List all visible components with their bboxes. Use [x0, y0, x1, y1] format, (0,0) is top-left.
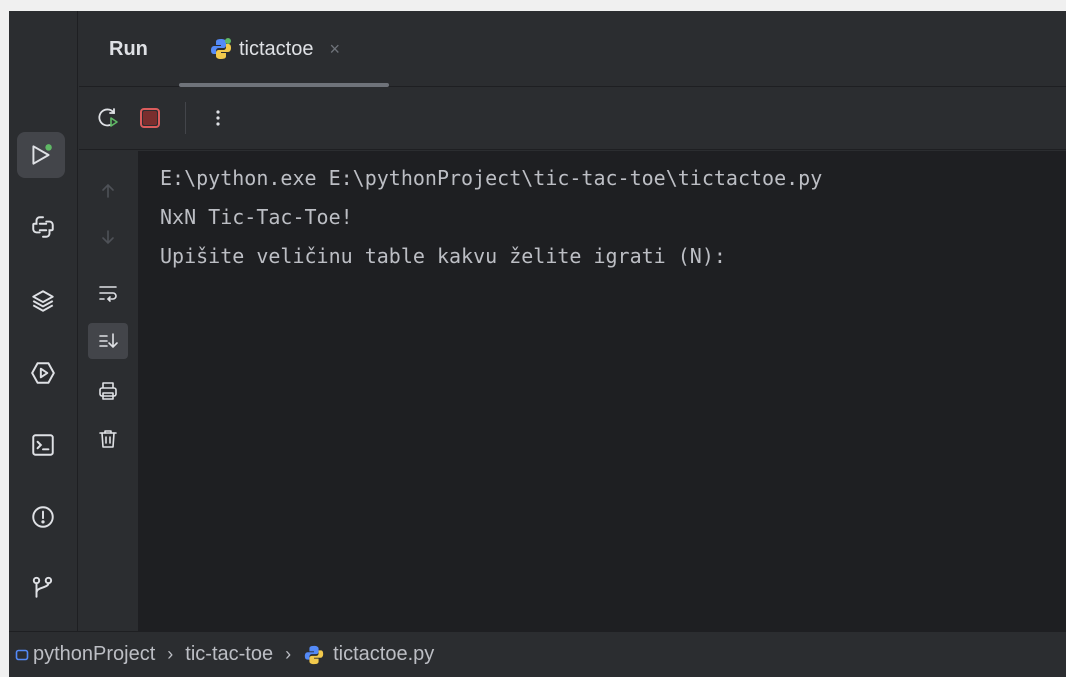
stop-button[interactable]	[137, 105, 163, 131]
git-tool-button[interactable]	[17, 561, 69, 613]
services-tool-button[interactable]	[17, 347, 69, 399]
problems-tool-button[interactable]	[17, 491, 69, 543]
breadcrumb-folder-label: tic-tac-toe	[185, 643, 274, 665]
terminal-icon	[32, 434, 54, 456]
services-icon	[31, 362, 55, 384]
breadcrumb-file-label: tictactoe.py	[333, 643, 435, 665]
breadcrumb-project-label: pythonProject	[33, 643, 156, 665]
more-actions-button[interactable]	[205, 105, 231, 131]
close-icon[interactable]: ×	[329, 39, 340, 60]
run-header: Run tictactoe ×	[79, 11, 1066, 87]
run-tool-window: Run tictactoe × E:\python.exe E:\pythonP…	[9, 11, 1066, 677]
git-branch-icon	[32, 576, 53, 598]
rerun-icon	[98, 108, 118, 127]
python-packages-tool-button[interactable]	[17, 275, 69, 327]
up-arrow-icon	[102, 183, 114, 198]
breadcrumb-folder[interactable]: tic-tac-toe	[185, 643, 273, 666]
python-file-icon	[211, 38, 231, 59]
breadcrumb-project[interactable]: pythonProject	[15, 643, 155, 666]
soft-wrap-icon	[99, 286, 117, 302]
console-line-command: E:\python.exe E:\pythonProject\tic-tac-t…	[160, 166, 823, 190]
console-side-toolbar	[79, 151, 137, 631]
previous-occurrence-button[interactable]	[88, 173, 128, 209]
tab-label: tictactoe	[239, 37, 314, 60]
navigation-breadcrumb: pythonProject › tic-tac-toe › tictactoe.…	[9, 631, 1066, 677]
console-output[interactable]: E:\python.exe E:\pythonProject\tic-tac-t…	[138, 151, 1066, 631]
scroll-to-end-icon	[99, 333, 118, 349]
print-icon	[99, 382, 117, 400]
project-module-icon	[15, 649, 29, 660]
trash-icon	[99, 430, 117, 448]
soft-wrap-button[interactable]	[88, 275, 128, 311]
run-tool-button[interactable]	[17, 132, 65, 178]
run-icon	[32, 144, 52, 165]
tool-window-strip	[9, 11, 78, 631]
terminal-tool-button[interactable]	[17, 419, 69, 471]
toolbar-divider	[185, 102, 186, 134]
console-line-prompt: Upišite veličinu table kakvu želite igra…	[160, 244, 726, 268]
active-tab-indicator	[179, 83, 389, 87]
chevron-right-icon: ›	[167, 644, 174, 664]
python-console-tool-button[interactable]	[17, 201, 69, 253]
more-vertical-icon	[216, 110, 220, 126]
run-panel-title: Run	[109, 38, 148, 60]
breadcrumb-file[interactable]: tictactoe.py	[303, 643, 434, 666]
python-console-icon	[32, 216, 54, 238]
python-file-icon	[304, 645, 324, 664]
clear-all-button[interactable]	[88, 421, 128, 457]
next-occurrence-button[interactable]	[88, 219, 128, 255]
stop-icon	[140, 108, 160, 128]
down-arrow-icon	[102, 230, 114, 245]
tab-tictactoe[interactable]: tictactoe ×	[199, 11, 389, 87]
scroll-to-end-button[interactable]	[88, 323, 128, 359]
console-line-title: NxN Tic-Tac-Toe!	[160, 205, 353, 229]
layers-icon	[32, 290, 54, 312]
print-button[interactable]	[88, 373, 128, 409]
run-actions-toolbar	[79, 88, 1066, 150]
problems-icon	[32, 506, 54, 528]
rerun-button[interactable]	[95, 105, 121, 131]
chevron-right-icon: ›	[285, 644, 292, 664]
